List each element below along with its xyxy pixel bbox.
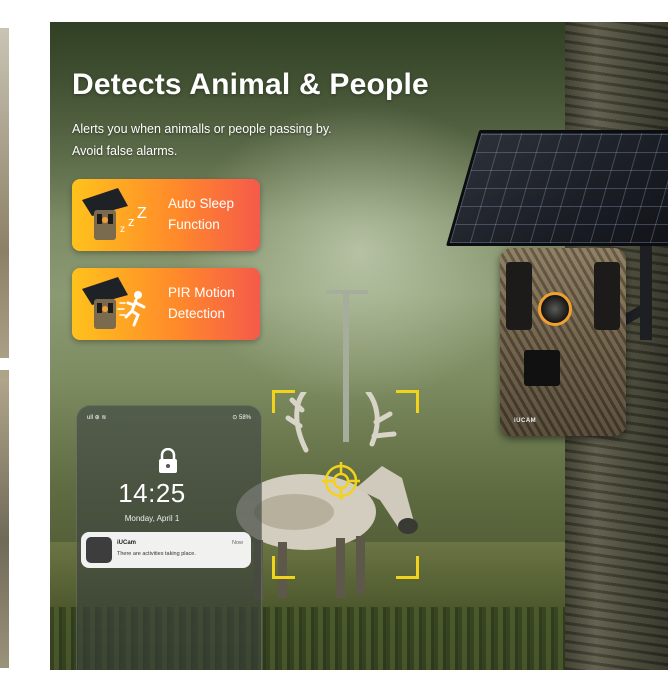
phone-lock-screen: ull ⊕ ≋ ⊙ 58% 14:25 Monday, April 1 iUCa… [76, 405, 262, 670]
solar-panel [446, 130, 668, 246]
notification-app-name: iUCam [117, 540, 137, 546]
subtext: Alerts you when animalls or people passi… [72, 118, 432, 162]
camera-motion-icon [82, 277, 146, 329]
camera-sleep-icon: z z Z [82, 188, 147, 240]
focus-frame-corner [272, 390, 295, 413]
feature-badge-auto-sleep: z z Z Auto Sleep Function [72, 179, 260, 251]
pir-sensor [524, 350, 560, 386]
status-battery: ⊙ 58% [232, 415, 251, 421]
feature-label-auto-sleep: Auto Sleep Function [168, 193, 256, 235]
feature-label-line-1: Auto Sleep [168, 196, 235, 211]
trail-camera: iUCAM [500, 248, 626, 436]
svg-text:Z: Z [137, 205, 147, 222]
ir-array-right [594, 262, 620, 330]
notification-time: Now [231, 540, 243, 546]
app-icon [86, 537, 112, 563]
headline: Detects Animal & People [72, 68, 429, 101]
product-banner: Detects Animal & People Alerts you when … [50, 22, 668, 670]
camera-brand: iUCAM [514, 418, 537, 424]
notification-message: There are activities taking place. [117, 551, 196, 557]
feature-label-line-1: PIR Motion [168, 285, 235, 300]
focus-frame-corner [396, 556, 419, 579]
feature-label-line-2: Function [168, 217, 220, 232]
feature-label-line-2: Detection [168, 306, 226, 321]
svg-text:z: z [120, 224, 125, 235]
feature-label-pir-motion: PIR Motion Detection [168, 282, 256, 324]
subtext-line-1: Alerts you when animalls or people passi… [72, 122, 332, 136]
camera-mount-pole [640, 240, 652, 340]
focus-frame-corner [396, 390, 419, 413]
svg-text:z: z [128, 214, 135, 229]
subtext-line-2: Avoid false alarms. [72, 144, 178, 158]
feature-badge-pir-motion: PIR Motion Detection [72, 268, 260, 340]
phone-status-bar: ull ⊕ ≋ ⊙ 58% [87, 414, 251, 421]
push-notification[interactable]: iUCam Now There are activities taking pl… [81, 532, 251, 568]
slide-divider [0, 358, 9, 370]
target-crosshair-icon [322, 462, 360, 500]
ir-array-left [506, 262, 532, 330]
focus-frame-corner [272, 556, 295, 579]
status-signal: ull ⊕ ≋ [87, 415, 107, 421]
lock-icon [159, 448, 177, 473]
previous-slide-edge [0, 28, 9, 668]
lock-screen-clock: 14:25 [118, 478, 186, 508]
lock-screen-date: Monday, April 1 [124, 514, 180, 523]
camera-lens [538, 292, 572, 326]
